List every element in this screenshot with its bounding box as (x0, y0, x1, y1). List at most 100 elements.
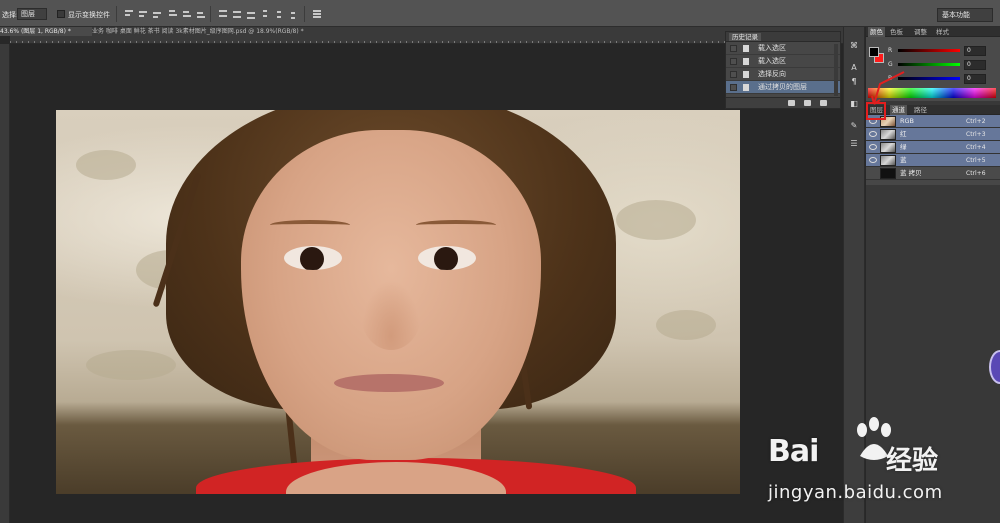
history-item[interactable]: 载入选区 (726, 42, 840, 55)
layers-panel-tabs: 图层 通道 路径 (866, 105, 1000, 115)
watermark-url: jingyan.baidu.com (768, 482, 943, 503)
history-scrollbar[interactable] (834, 44, 838, 96)
channel-shortcut: Ctrl+4 (966, 144, 986, 151)
red-value-input[interactable]: 0 (964, 46, 986, 56)
align-hcenter-icon[interactable] (182, 8, 192, 19)
eyebrow-right (416, 220, 496, 230)
tab-color[interactable]: 颜色 (868, 27, 885, 37)
baidu-jingyan-watermark: Bai 经验 jingyan.baidu.com (768, 416, 968, 516)
distribute-right-icon[interactable] (290, 8, 300, 19)
canvas-area[interactable] (10, 44, 843, 523)
history-item[interactable]: 选择反向 (726, 68, 840, 81)
brush-icon[interactable]: ✎ (849, 121, 859, 131)
distribute-top-icon[interactable] (218, 8, 228, 19)
distribute-vcenter-icon[interactable] (232, 8, 242, 19)
eye-visibility-icon[interactable] (869, 157, 877, 163)
green-value-input[interactable]: 0 (964, 60, 986, 70)
wall-texture (656, 310, 716, 340)
align-left-icon[interactable] (168, 8, 178, 19)
history-item-label: 通过拷贝的图层 (758, 83, 807, 91)
photo-girl-portrait[interactable] (56, 110, 740, 494)
align-bottom-icon[interactable] (152, 8, 162, 19)
separator (304, 6, 305, 22)
foreground-color-swatch[interactable] (869, 47, 879, 57)
history-item-active[interactable]: 通过拷贝的图层 (726, 81, 840, 94)
distribute-left-icon[interactable] (262, 8, 272, 19)
history-item-label: 载入选区 (758, 57, 786, 65)
adjustments-icon[interactable]: ◧ (849, 99, 859, 109)
history-snapshot-box[interactable] (730, 45, 737, 52)
history-snapshot-box[interactable] (730, 71, 737, 78)
distribute-bottom-icon[interactable] (246, 8, 256, 19)
separator (116, 6, 117, 22)
channel-shortcut: Ctrl+5 (966, 157, 986, 164)
history-panel-title[interactable]: 历史记录 (729, 33, 761, 41)
channel-thumbnail (880, 142, 896, 153)
red-arrow-annotation (871, 71, 905, 105)
history-snapshot-box[interactable] (730, 58, 737, 65)
green-slider[interactable] (898, 63, 960, 66)
channel-row-red[interactable]: 红 Ctrl+3 (866, 128, 1000, 141)
history-item[interactable]: 载入选区 (726, 55, 840, 68)
channel-name: 红 (900, 130, 907, 138)
channel-shortcut: Ctrl+3 (966, 131, 986, 138)
align-right-icon[interactable] (196, 8, 206, 19)
mouth (334, 374, 444, 392)
history-panel-header: 历史记录 (726, 32, 840, 42)
wall-texture (86, 350, 176, 380)
paragraph-icon[interactable]: ¶ (849, 77, 859, 87)
document-icon (743, 71, 749, 78)
align-vcenter-icon[interactable] (138, 8, 148, 19)
red-channel-row: R 0 (888, 46, 996, 56)
green-label: G (888, 61, 893, 68)
show-transform-label: 显示变换控件 (68, 11, 110, 19)
trash-icon[interactable] (820, 100, 827, 106)
properties-icon[interactable]: ☰ (849, 139, 859, 149)
align-top-icon[interactable] (124, 8, 134, 19)
channels-panel: RGB Ctrl+2 红 Ctrl+3 绿 Ctrl+4 蓝 Ctrl+5 蓝 … (866, 115, 1000, 185)
character-icon[interactable]: A (849, 63, 859, 73)
channel-row-blue-copy[interactable]: 蓝 拷贝 Ctrl+6 (866, 167, 1000, 180)
blue-value-input[interactable]: 0 (964, 74, 986, 84)
channel-name: 绿 (900, 143, 907, 151)
tab-document-2[interactable]: 业务 咖啡 桌面 鲜花 茶书 阅读 3k素材图片_级序图网.psd @ 18.9… (92, 27, 342, 36)
document-icon (743, 45, 749, 52)
channel-thumbnail (880, 168, 896, 179)
nose (361, 280, 421, 350)
tab-paths[interactable]: 路径 (912, 105, 929, 115)
history-snapshot-box[interactable] (730, 84, 737, 91)
channel-shortcut: Ctrl+2 (966, 118, 986, 125)
red-slider[interactable] (898, 49, 960, 52)
new-document-from-state-icon[interactable] (788, 100, 795, 106)
ruler-top[interactable] (10, 36, 843, 44)
history-brush-icon[interactable]: ⌘ (849, 41, 859, 51)
channel-row-blue[interactable]: 蓝 Ctrl+5 (866, 154, 1000, 167)
channel-row-rgb[interactable]: RGB Ctrl+2 (866, 115, 1000, 128)
channel-row-green[interactable]: 绿 Ctrl+4 (866, 141, 1000, 154)
workspace-select[interactable]: 基本功能 (937, 8, 993, 22)
layer-select[interactable]: 图层 (17, 8, 47, 20)
separator (210, 6, 211, 22)
tab-swatches[interactable]: 色板 (888, 27, 905, 37)
tab-document-1[interactable]: 43.6% (图层 1, RGB/8) * (0, 27, 92, 36)
document-icon (743, 58, 749, 65)
history-footer (726, 97, 840, 108)
eye-left (284, 246, 342, 270)
auto-align-icon[interactable] (312, 8, 322, 19)
show-transform-checkbox[interactable] (57, 10, 65, 18)
tab-styles[interactable]: 样式 (934, 27, 951, 37)
distribute-hcenter-icon[interactable] (276, 8, 286, 19)
channel-name: RGB (900, 117, 915, 125)
channel-shortcut: Ctrl+6 (966, 170, 986, 177)
tab-adjustments[interactable]: 调整 (912, 27, 929, 37)
eye-right (418, 246, 476, 270)
eye-visibility-icon[interactable] (869, 131, 877, 137)
eye-visibility-icon[interactable] (869, 144, 877, 150)
mode-label: 选择: (2, 11, 19, 19)
color-panel-tabs: 颜色 色板 调整 样式 (866, 27, 1000, 37)
wall-texture (76, 150, 136, 180)
ruler-left[interactable] (0, 44, 10, 523)
camera-snapshot-icon[interactable] (804, 100, 811, 106)
channel-thumbnail (880, 155, 896, 166)
tab-channels[interactable]: 通道 (890, 105, 907, 115)
